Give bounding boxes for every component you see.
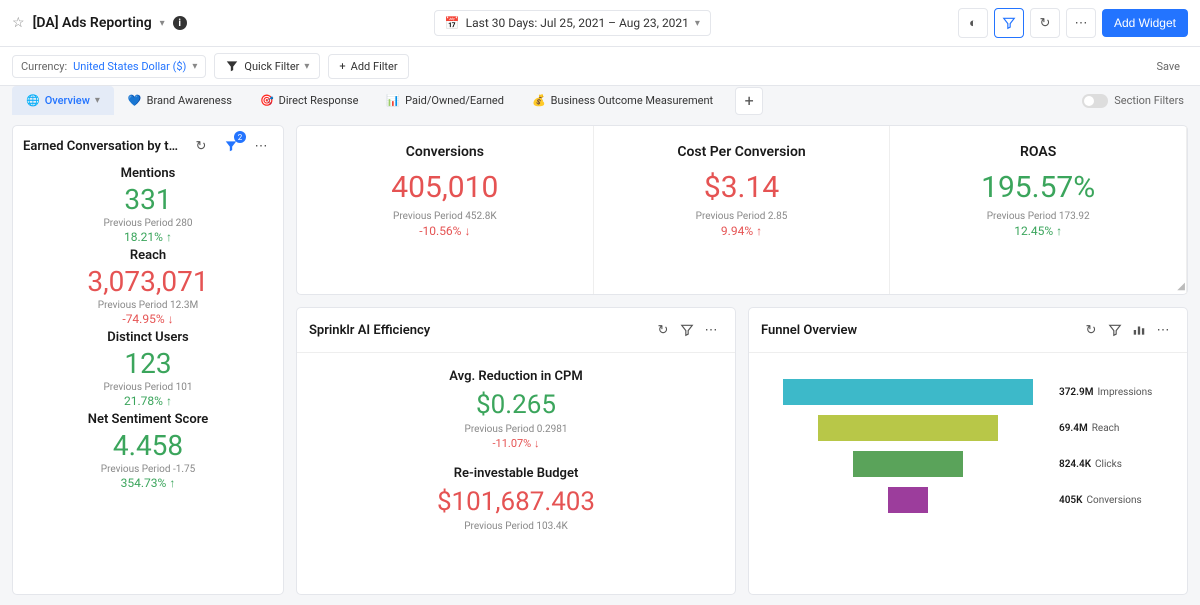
currency-label: Currency: — [21, 60, 67, 73]
funnel-label: 405KConversions — [1059, 495, 1169, 506]
kpi-row: Conversions 405,010 Previous Period 452.… — [296, 125, 1188, 295]
globe-icon: 🌐 — [26, 94, 40, 107]
topbar-right: ◐ ↻ ⋯ Add Widget — [958, 8, 1188, 38]
topbar-center: 📅 Last 30 Days: Jul 25, 2021 – Aug 23, 2… — [195, 10, 950, 36]
plus-icon: + — [339, 60, 345, 73]
card-header: Earned Conversation by th... ↻ 2 ⋯ — [19, 134, 277, 164]
metric-distinct-users: Distinct Users 123 Previous Period 101 2… — [19, 328, 277, 410]
calendar-icon: 📅 — [445, 16, 460, 30]
card-title: Earned Conversation by th... — [23, 139, 183, 154]
date-range-picker[interactable]: 📅 Last 30 Days: Jul 25, 2021 – Aug 23, 2… — [434, 10, 711, 36]
right-column: Conversions 405,010 Previous Period 452.… — [296, 125, 1188, 595]
money-icon: 💰 — [532, 94, 546, 107]
refresh-button[interactable]: ↻ — [1030, 8, 1060, 38]
earned-conversation-card: Earned Conversation by th... ↻ 2 ⋯ Menti… — [12, 125, 284, 595]
metric-net-sentiment: Net Sentiment Score 4.458 Previous Perio… — [19, 410, 277, 492]
chevron-down-icon: ▾ — [192, 61, 197, 72]
favorite-star-icon[interactable]: ☆ — [12, 15, 25, 31]
kpi-roas: ROAS 195.57% Previous Period 173.92 12.4… — [890, 126, 1187, 294]
quick-filter-button[interactable]: Quick Filter ▾ — [214, 53, 320, 79]
bottom-row: Sprinklr AI Efficiency ↻ ⋯ Avg. Reductio… — [296, 307, 1188, 595]
card-header: Sprinklr AI Efficiency ↻ ⋯ — [297, 308, 735, 353]
tab-paid-owned-earned[interactable]: 📊 Paid/Owned/Earned — [372, 86, 518, 115]
card-filter-icon[interactable]: 2 — [219, 134, 243, 158]
section-tabs: 🌐 Overview ▾ 💙 Brand Awareness 🎯 Direct … — [0, 86, 1200, 115]
add-widget-button[interactable]: Add Widget — [1102, 9, 1188, 37]
top-bar: ☆ [DA] Ads Reporting ▾ i 📅 Last 30 Days:… — [0, 0, 1200, 47]
chevron-down-icon: ▾ — [304, 61, 309, 72]
tab-business-outcome[interactable]: 💰 Business Outcome Measurement — [518, 86, 727, 115]
funnel-icon[interactable] — [675, 318, 699, 342]
tab-direct-response[interactable]: 🎯 Direct Response — [246, 86, 372, 115]
funnel-label: 824.4KClicks — [1059, 459, 1169, 470]
chevron-down-icon: ▾ — [695, 18, 700, 29]
more-menu-button[interactable]: ⋯ — [1066, 8, 1096, 38]
funnel-label: 372.9MImpressions — [1059, 387, 1169, 398]
funnel-bar — [818, 415, 998, 441]
chart-type-icon[interactable] — [1127, 318, 1151, 342]
title-dropdown-icon[interactable]: ▾ — [160, 18, 165, 29]
funnel-row: 69.4MReach — [767, 415, 1169, 441]
ai-efficiency-card: Sprinklr AI Efficiency ↻ ⋯ Avg. Reductio… — [296, 307, 736, 595]
filter-toggle-button[interactable] — [994, 8, 1024, 38]
card-body: Avg. Reduction in CPM $0.265 Previous Pe… — [297, 353, 735, 594]
add-tab-button[interactable]: + — [735, 87, 763, 115]
funnel-bar — [783, 379, 1033, 405]
filter-count-badge: 2 — [234, 131, 246, 143]
metric-mentions: Mentions 331 Previous Period 280 18.21% — [19, 164, 277, 246]
more-icon[interactable]: ⋯ — [249, 134, 273, 158]
funnel-label: 69.4MReach — [1059, 423, 1169, 434]
resize-handle-icon[interactable]: ◢ — [1177, 281, 1185, 292]
target-icon: 🎯 — [260, 94, 274, 107]
tab-overview[interactable]: 🌐 Overview ▾ — [12, 86, 114, 115]
card-header: Funnel Overview ↻ ⋯ — [749, 308, 1187, 353]
more-icon[interactable]: ⋯ — [699, 318, 723, 342]
funnel-chart: 372.9MImpressions 69.4MReach 824.4KClicks 4… — [757, 361, 1179, 518]
date-range-text: Last 30 Days: Jul 25, 2021 – Aug 23, 202… — [466, 16, 689, 30]
refresh-icon[interactable]: ↻ — [189, 134, 213, 158]
save-button[interactable]: Save — [1148, 56, 1188, 77]
filter-bar: Currency: United States Dollar ($) ▾ Qui… — [0, 47, 1200, 86]
funnel-overview-card: Funnel Overview ↻ ⋯ 372.9MImpressions 69.… — [748, 307, 1188, 595]
funnel-icon[interactable] — [1103, 318, 1127, 342]
add-filter-button[interactable]: + Add Filter — [328, 54, 408, 79]
kpi-conversions: Conversions 405,010 Previous Period 452.… — [297, 126, 594, 294]
refresh-icon[interactable]: ↻ — [1079, 318, 1103, 342]
dashboard-content: Earned Conversation by th... ↻ 2 ⋯ Menti… — [0, 115, 1200, 605]
toggle-switch[interactable] — [1082, 94, 1108, 108]
chart-icon: 📊 — [386, 94, 400, 107]
funnel-row: 372.9MImpressions — [767, 379, 1169, 405]
chevron-down-icon: ▾ — [95, 95, 100, 106]
more-icon[interactable]: ⋯ — [1151, 318, 1175, 342]
funnel-icon — [1002, 16, 1016, 30]
funnel-bar — [853, 451, 963, 477]
refresh-icon[interactable]: ↻ — [651, 318, 675, 342]
metric-reinvestable-budget: Re-investable Budget $101,687.403 Previo… — [305, 458, 727, 540]
tab-brand-awareness[interactable]: 💙 Brand Awareness — [114, 86, 246, 115]
currency-selector[interactable]: Currency: United States Dollar ($) ▾ — [12, 55, 206, 78]
funnel-bar — [888, 487, 928, 513]
funnel-row: 824.4KClicks — [767, 451, 1169, 477]
page-title: [DA] Ads Reporting — [33, 15, 152, 31]
funnel-icon — [225, 59, 239, 73]
title-group: ☆ [DA] Ads Reporting ▾ i — [12, 15, 187, 31]
metric-cpm-reduction: Avg. Reduction in CPM $0.265 Previous Pe… — [305, 361, 727, 458]
info-icon[interactable]: i — [173, 16, 187, 30]
card-body: 372.9MImpressions 69.4MReach 824.4KClicks 4… — [749, 353, 1187, 594]
metric-reach: Reach 3,073,071 Previous Period 12.3M -7… — [19, 246, 277, 328]
section-filters-toggle[interactable]: Section Filters — [1082, 94, 1188, 108]
heart-icon: 💙 — [128, 94, 142, 107]
dark-mode-toggle[interactable]: ◐ — [958, 8, 988, 38]
kpi-cost-per-conversion: Cost Per Conversion $3.14 Previous Perio… — [594, 126, 891, 294]
funnel-row: 405KConversions — [767, 487, 1169, 513]
currency-value: United States Dollar ($) — [73, 60, 186, 73]
